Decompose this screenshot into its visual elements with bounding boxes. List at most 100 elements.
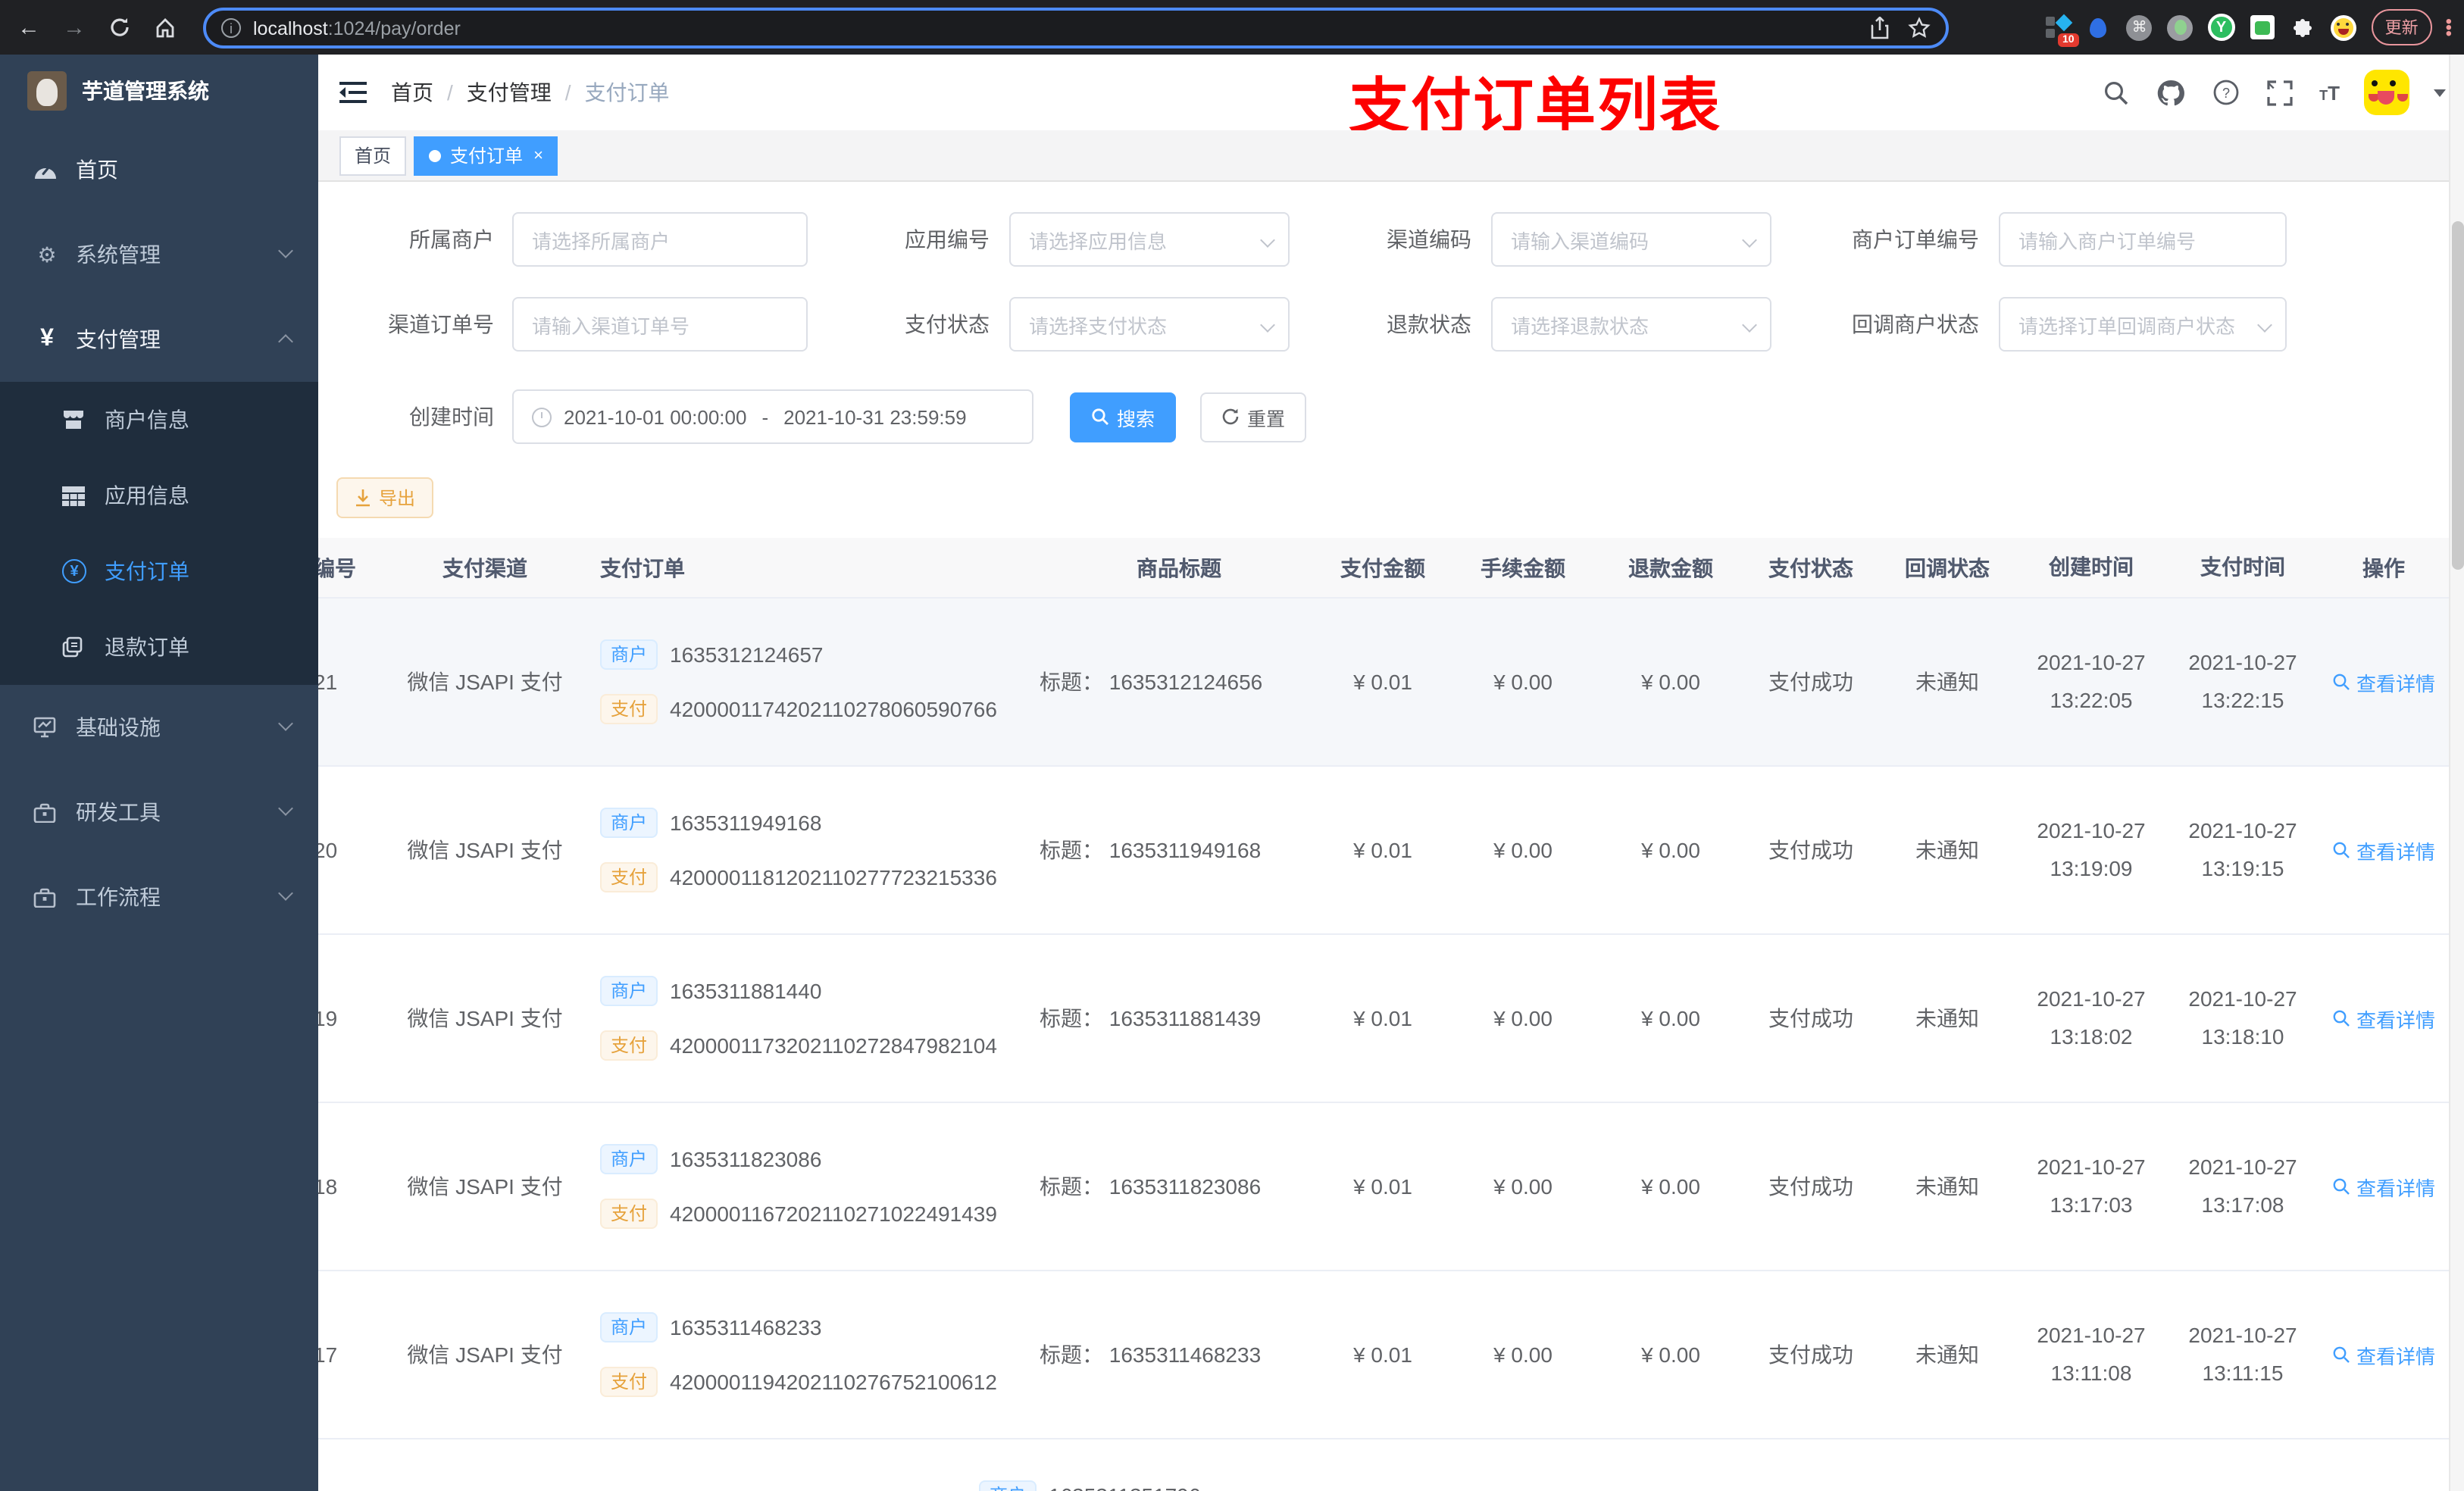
bookmark-star-icon[interactable] <box>1908 17 1931 39</box>
merchant-order-no: 1635311949168 <box>670 811 822 835</box>
profile-emoji-icon[interactable] <box>2331 14 2358 41</box>
tab-pay-order[interactable]: 支付订单 × <box>414 136 558 175</box>
search-button[interactable]: 搜索 <box>1070 392 1177 442</box>
col-pay-time: 支付时间 <box>2200 555 2285 579</box>
view-detail-link[interactable]: 查看详情 <box>2319 1340 2449 1369</box>
order-id: 17 <box>318 1343 338 1367</box>
create-time-range-input[interactable]: 2021-10-01 00:00:00 - 2021-10-31 23:59:5… <box>512 389 1033 444</box>
title-prefix: 标题： <box>1040 670 1103 694</box>
pay-order-no: 4200001173202110272847982104 <box>670 1033 997 1058</box>
sidebar-item-home[interactable]: 首页 <box>0 127 318 212</box>
pay-channel: 微信 JSAPI 支付 <box>407 1174 563 1199</box>
view-detail-link[interactable]: 查看详情 <box>2319 667 2449 696</box>
caret-down-icon[interactable] <box>2434 89 2446 96</box>
merchant-tag: 商户 <box>600 639 658 670</box>
sidebar-item-refund-order[interactable]: 退款订单 <box>0 609 318 685</box>
sidebar-item-devtools[interactable]: 研发工具 <box>0 770 318 855</box>
sidebar-item-infra[interactable]: 基础设施 <box>0 685 318 770</box>
fee-amount: ¥ 0.00 <box>1493 838 1553 862</box>
extension-y-icon[interactable]: Y <box>2207 14 2235 41</box>
breadcrumb-payment[interactable]: 支付管理 <box>467 77 552 108</box>
url-bar[interactable]: i localhost:1024/pay/order <box>203 8 1949 48</box>
extensions-puzzle-icon[interactable] <box>2290 14 2317 41</box>
search-icon[interactable] <box>2101 77 2131 108</box>
channel-order-filter-input[interactable]: 请输入渠道订单号 <box>512 297 808 352</box>
callback-status-filter-select[interactable]: 请选择订单回调商户状态 <box>1999 297 2287 352</box>
avatar[interactable] <box>2364 70 2409 115</box>
sidebar-item-merchant-info[interactable]: 商户信息 <box>0 382 318 458</box>
site-info-icon[interactable]: i <box>221 18 241 38</box>
sidebar-item-payment[interactable]: ¥ 支付管理 <box>0 297 318 382</box>
create-clock: 13:19:09 <box>2050 856 2133 880</box>
extension-squares-icon[interactable]: 10 <box>2044 14 2079 47</box>
browser-forward-icon[interactable]: → <box>58 11 91 44</box>
font-size-icon[interactable]: TT <box>2319 81 2340 104</box>
sidebar-fold-icon[interactable] <box>339 82 367 103</box>
chevron-down-icon <box>278 243 293 258</box>
page-scrollbar[interactable] <box>2449 55 2464 1491</box>
sidebar-item-workflow[interactable]: 工作流程 <box>0 855 318 939</box>
browser-back-icon[interactable]: ← <box>12 11 45 44</box>
merchant-order-filter-input[interactable]: 请输入商户订单编号 <box>1999 212 2287 267</box>
sidebar-logo[interactable]: 芋道管理系统 <box>0 55 318 127</box>
logo-image <box>27 71 67 111</box>
placeholder: 请选择订单回调商户状态 <box>2018 314 2236 337</box>
refund-amount: ¥ 0.00 <box>1641 1174 1700 1199</box>
github-icon[interactable] <box>2156 77 2186 108</box>
dashboard-icon <box>33 159 61 180</box>
app-filter-label: 应用编号 <box>905 227 990 252</box>
merchant-order-no: 1635311881440 <box>670 979 822 1003</box>
view-detail-link[interactable]: 查看详情 <box>2319 1172 2449 1201</box>
merchant-filter-input[interactable]: 请选择所属商户 <box>512 212 808 267</box>
reset-button[interactable]: 重置 <box>1200 392 1307 442</box>
sidebar-item-system[interactable]: ⚙ 系统管理 <box>0 212 318 297</box>
col-callback-status: 回调状态 <box>1905 555 1990 580</box>
create-date: 2021-10-27 <box>2037 1155 2146 1179</box>
extension-green-dot-icon[interactable] <box>2167 14 2194 41</box>
refund-status-filter-select[interactable]: 请选择退款状态 <box>1491 297 1771 352</box>
fullscreen-icon[interactable] <box>2265 77 2295 108</box>
extension-balloon-icon[interactable] <box>2085 14 2112 41</box>
tab-home[interactable]: 首页 <box>339 136 407 175</box>
help-icon[interactable]: ? <box>2210 77 2240 108</box>
browser-update-button[interactable]: 更新 <box>2371 9 2432 45</box>
callback-status: 未通知 <box>1915 1343 1979 1367</box>
create-time-filter-label: 创建时间 <box>409 405 494 429</box>
share-icon[interactable] <box>1870 17 1890 39</box>
channel-code-filter-select[interactable]: 请输入渠道编码 <box>1491 212 1771 267</box>
fee-amount: ¥ 0.00 <box>1493 1174 1553 1199</box>
table-body: 21 微信 JSAPI 支付 商户 1635312124657 支付 42000… <box>318 599 2449 1439</box>
close-icon[interactable]: × <box>533 146 543 164</box>
search-icon <box>1092 408 1108 425</box>
chevron-up-icon <box>278 334 293 349</box>
view-detail-link[interactable]: 查看详情 <box>2319 1004 2449 1033</box>
screen: ← → i localhost:1024/pay/order 10 ⌘ Y 更… <box>0 0 2464 1491</box>
export-button[interactable]: 导出 <box>336 477 434 518</box>
gear-icon: ⚙ <box>37 242 57 266</box>
browser-bar: ← → i localhost:1024/pay/order 10 ⌘ Y 更… <box>0 0 2464 55</box>
view-detail-link[interactable]: 查看详情 <box>2319 836 2449 864</box>
sidebar-item-app-info[interactable]: 应用信息 <box>0 458 318 533</box>
browser-reload-icon[interactable] <box>103 11 136 44</box>
view-detail-label: 查看详情 <box>2356 840 2435 863</box>
extension-command-icon[interactable]: ⌘ <box>2126 14 2153 41</box>
create-clock: 13:22:05 <box>2050 688 2133 712</box>
col-pay-amount: 支付金额 <box>1340 555 1425 580</box>
pay-amount: ¥ 0.01 <box>1353 1343 1412 1367</box>
toolbox-icon <box>33 802 61 822</box>
browser-home-icon[interactable] <box>149 11 182 44</box>
chevron-down-icon <box>1260 233 1275 248</box>
scrollbar-thumb[interactable] <box>2452 221 2464 570</box>
app-filter-select[interactable]: 请选择应用信息 <box>1009 212 1290 267</box>
browser-menu-icon[interactable]: • • • <box>2446 12 2452 42</box>
pay-status: 支付成功 <box>1768 838 1853 862</box>
chevron-down-icon <box>278 801 293 816</box>
pay-status-filter-select[interactable]: 请选择支付状态 <box>1009 297 1290 352</box>
merchant-tag: 商户 <box>600 808 658 838</box>
breadcrumb-home[interactable]: 首页 <box>391 77 433 108</box>
fee-amount: ¥ 0.00 <box>1493 1343 1553 1367</box>
extension-chat-icon[interactable] <box>2249 14 2276 41</box>
create-date: 2021-10-27 <box>2037 986 2146 1011</box>
sidebar-item-pay-order[interactable]: ¥ 支付订单 <box>0 533 318 609</box>
breadcrumb-current: 支付订单 <box>584 80 670 105</box>
